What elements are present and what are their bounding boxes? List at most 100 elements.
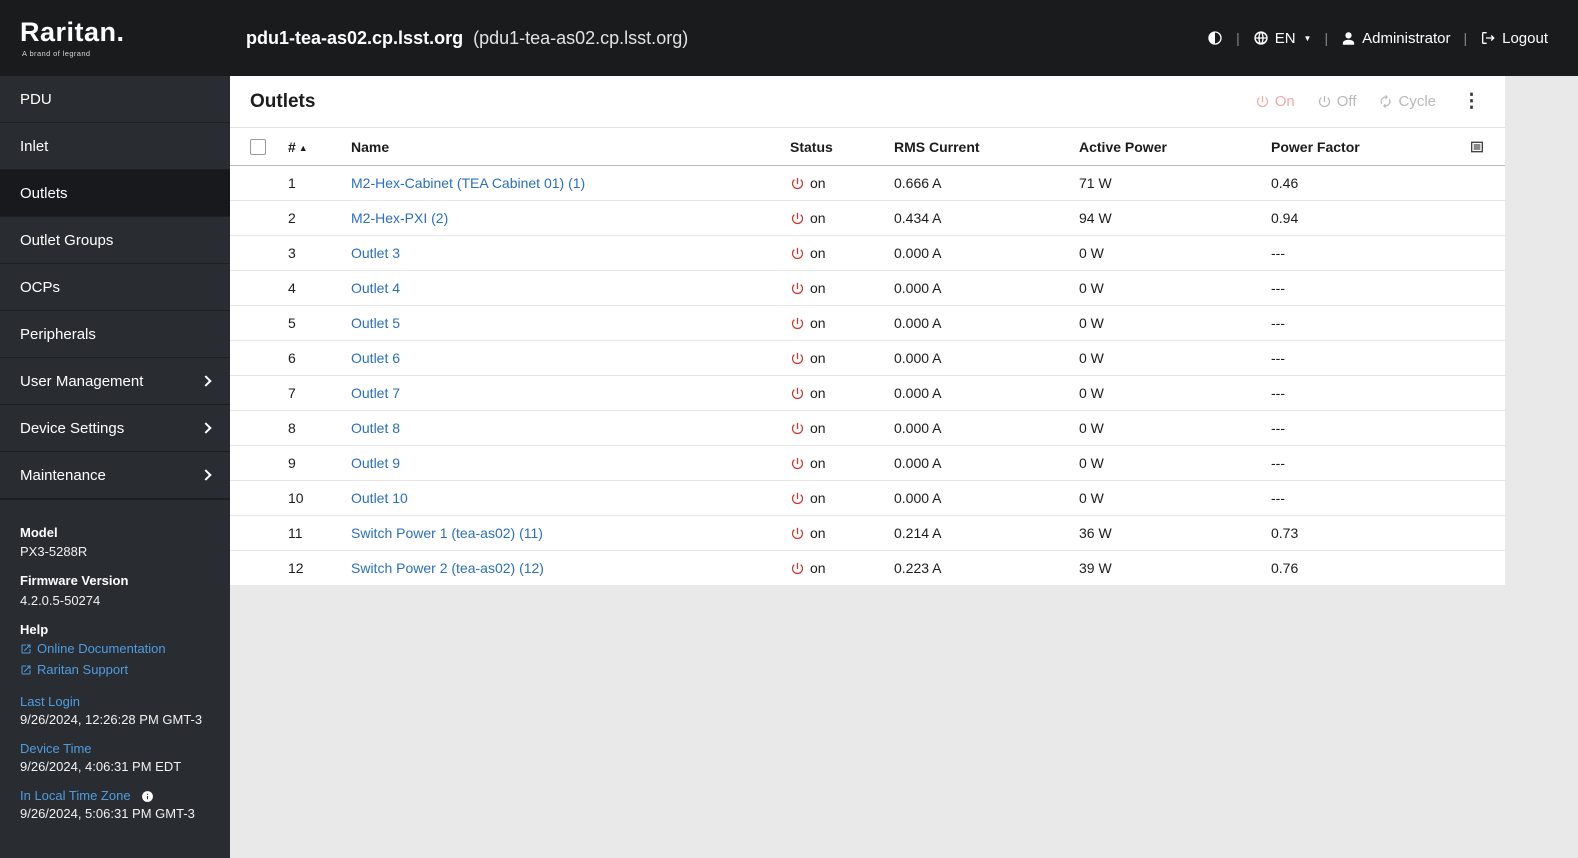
power-icon: [1256, 95, 1268, 108]
outlet-active-power: 94 W: [1079, 200, 1271, 237]
table-row: 3 Outlet 3 on 0.000 A 0 W ---: [230, 235, 1505, 272]
outlet-status-cell: on: [790, 410, 894, 447]
outlet-rms-current: 0.000 A: [894, 445, 1079, 482]
raritan-support-label: Raritan Support: [37, 662, 129, 678]
language-label: EN: [1274, 29, 1296, 47]
outlet-number: 5: [288, 305, 351, 342]
help-label: Help: [20, 621, 49, 637]
language-selector[interactable]: EN ▼: [1253, 29, 1311, 47]
outlet-active-power: 0 W: [1079, 375, 1271, 412]
outlet-power-factor: 0.76: [1271, 550, 1431, 587]
row-trailing-cell: [1431, 200, 1505, 237]
table-row: 1 M2-Hex-Cabinet (TEA Cabinet 01) (1) on…: [230, 165, 1505, 202]
last-login-link[interactable]: Last Login: [20, 693, 80, 711]
sidebar-item-label: PDU: [20, 90, 52, 108]
local-time-zone-link[interactable]: In Local Time Zone: [20, 787, 154, 805]
logo-tagline: A brand of legrand: [22, 48, 91, 58]
outlet-name-link[interactable]: M2-Hex-Cabinet (TEA Cabinet 01) (1): [351, 175, 585, 191]
sidebar-item-inlet[interactable]: Inlet: [0, 123, 230, 170]
outlet-name-link[interactable]: Outlet 5: [351, 315, 400, 331]
device-time-value: 9/26/2024, 4:06:31 PM EDT: [20, 759, 182, 775]
outlet-name-link[interactable]: Outlet 4: [351, 280, 400, 296]
outlet-power-factor: ---: [1271, 410, 1431, 447]
column-header-name[interactable]: Name: [351, 128, 790, 167]
outlet-name-link[interactable]: Switch Power 1 (tea-as02) (11): [351, 525, 543, 541]
outlet-status-cell: on: [790, 480, 894, 517]
outlet-name-link[interactable]: Outlet 6: [351, 350, 400, 366]
column-header-active-power[interactable]: Active Power: [1079, 128, 1271, 167]
user-icon: [1342, 31, 1355, 45]
row-trailing-cell: [1431, 410, 1505, 447]
logout-button[interactable]: Logout: [1480, 30, 1548, 47]
sidebar-item-peripherals[interactable]: Peripherals: [0, 311, 230, 358]
online-documentation-link[interactable]: Online Documentation: [20, 640, 166, 658]
device-time-link[interactable]: Device Time: [20, 740, 92, 758]
chevron-right-icon: [200, 375, 212, 387]
power-on-status-icon: [791, 422, 804, 434]
outlet-status-text: on: [810, 490, 826, 507]
outlet-status-text: on: [810, 350, 826, 367]
outlet-number: 10: [288, 480, 351, 517]
outlet-actions: On Off Cycle ⋮: [1255, 90, 1485, 113]
contrast-icon: [1208, 31, 1222, 45]
more-options-button[interactable]: ⋮: [1458, 90, 1485, 113]
outlet-status-cell: on: [790, 200, 894, 237]
page-title: Outlets: [250, 90, 316, 112]
row-trailing-cell: [1431, 305, 1505, 342]
outlet-active-power: 0 W: [1079, 410, 1271, 447]
sidebar-item-maintenance[interactable]: Maintenance: [0, 452, 230, 499]
row-trailing-cell: [1431, 480, 1505, 517]
column-header-power-factor[interactable]: Power Factor: [1271, 128, 1431, 167]
row-trailing-cell: [1431, 375, 1505, 412]
online-documentation-label: Online Documentation: [37, 640, 166, 656]
outlet-number: 9: [288, 445, 351, 482]
outlet-status-cell: on: [790, 375, 894, 412]
column-header-status[interactable]: Status: [790, 128, 894, 167]
power-off-button[interactable]: Off: [1317, 93, 1356, 110]
outlet-power-factor: 0.73: [1271, 515, 1431, 552]
power-cycle-button[interactable]: Cycle: [1378, 93, 1436, 110]
sidebar-item-outlet-groups[interactable]: Outlet Groups: [0, 217, 230, 264]
raritan-logo: Raritan. A brand of legrand: [0, 17, 230, 58]
raritan-support-link[interactable]: Raritan Support: [20, 661, 128, 679]
outlet-rms-current: 0.000 A: [894, 340, 1079, 377]
outlet-number: 1: [288, 165, 351, 202]
outlet-active-power: 0 W: [1079, 270, 1271, 307]
chevron-right-icon: [200, 469, 212, 481]
outlet-name-link[interactable]: Outlet 9: [351, 455, 400, 471]
number-header-label: #: [288, 138, 296, 155]
sidebar-item-user-management[interactable]: User Management: [0, 358, 230, 405]
sidebar-item-pdu[interactable]: PDU: [0, 76, 230, 123]
outlet-name-link[interactable]: Switch Power 2 (tea-as02) (12): [351, 560, 544, 576]
column-header-number[interactable]: # ▲: [288, 128, 351, 167]
column-settings-icon[interactable]: [1469, 139, 1485, 155]
sidebar-item-label: Outlets: [20, 184, 68, 202]
row-trailing-cell: [1431, 270, 1505, 307]
table-row: 7 Outlet 7 on 0.000 A 0 W ---: [230, 375, 1505, 412]
power-on-button[interactable]: On: [1255, 93, 1295, 110]
outlet-active-power: 71 W: [1079, 165, 1271, 202]
power-on-status-icon: [791, 282, 804, 294]
header-separator: |: [1324, 30, 1329, 46]
outlet-name-link[interactable]: Outlet 7: [351, 385, 400, 401]
theme-contrast-button[interactable]: [1207, 30, 1223, 46]
firmware-value: 4.2.0.5-50274: [20, 592, 101, 608]
logout-label: Logout: [1502, 29, 1548, 47]
user-menu[interactable]: Administrator: [1341, 30, 1450, 47]
sidebar-item-outlets[interactable]: Outlets: [0, 170, 230, 217]
outlet-number: 12: [288, 550, 351, 587]
outlet-name-link[interactable]: Outlet 10: [351, 490, 408, 506]
outlet-name-link[interactable]: Outlet 3: [351, 245, 400, 261]
row-trailing-cell: [1431, 515, 1505, 552]
column-header-rms-current[interactable]: RMS Current: [894, 128, 1079, 167]
outlet-name-link[interactable]: M2-Hex-PXI (2): [351, 210, 448, 226]
sidebar-item-device-settings[interactable]: Device Settings: [0, 405, 230, 452]
outlet-status-cell: on: [790, 165, 894, 202]
outlet-name-link[interactable]: Outlet 8: [351, 420, 400, 436]
outlet-number: 2: [288, 200, 351, 237]
sidebar-item-ocps[interactable]: OCPs: [0, 264, 230, 311]
select-all-checkbox[interactable]: [250, 139, 266, 156]
logo-text: Raritan.: [20, 17, 125, 48]
outlet-status-text: on: [810, 315, 826, 332]
outlet-active-power: 0 W: [1079, 305, 1271, 342]
